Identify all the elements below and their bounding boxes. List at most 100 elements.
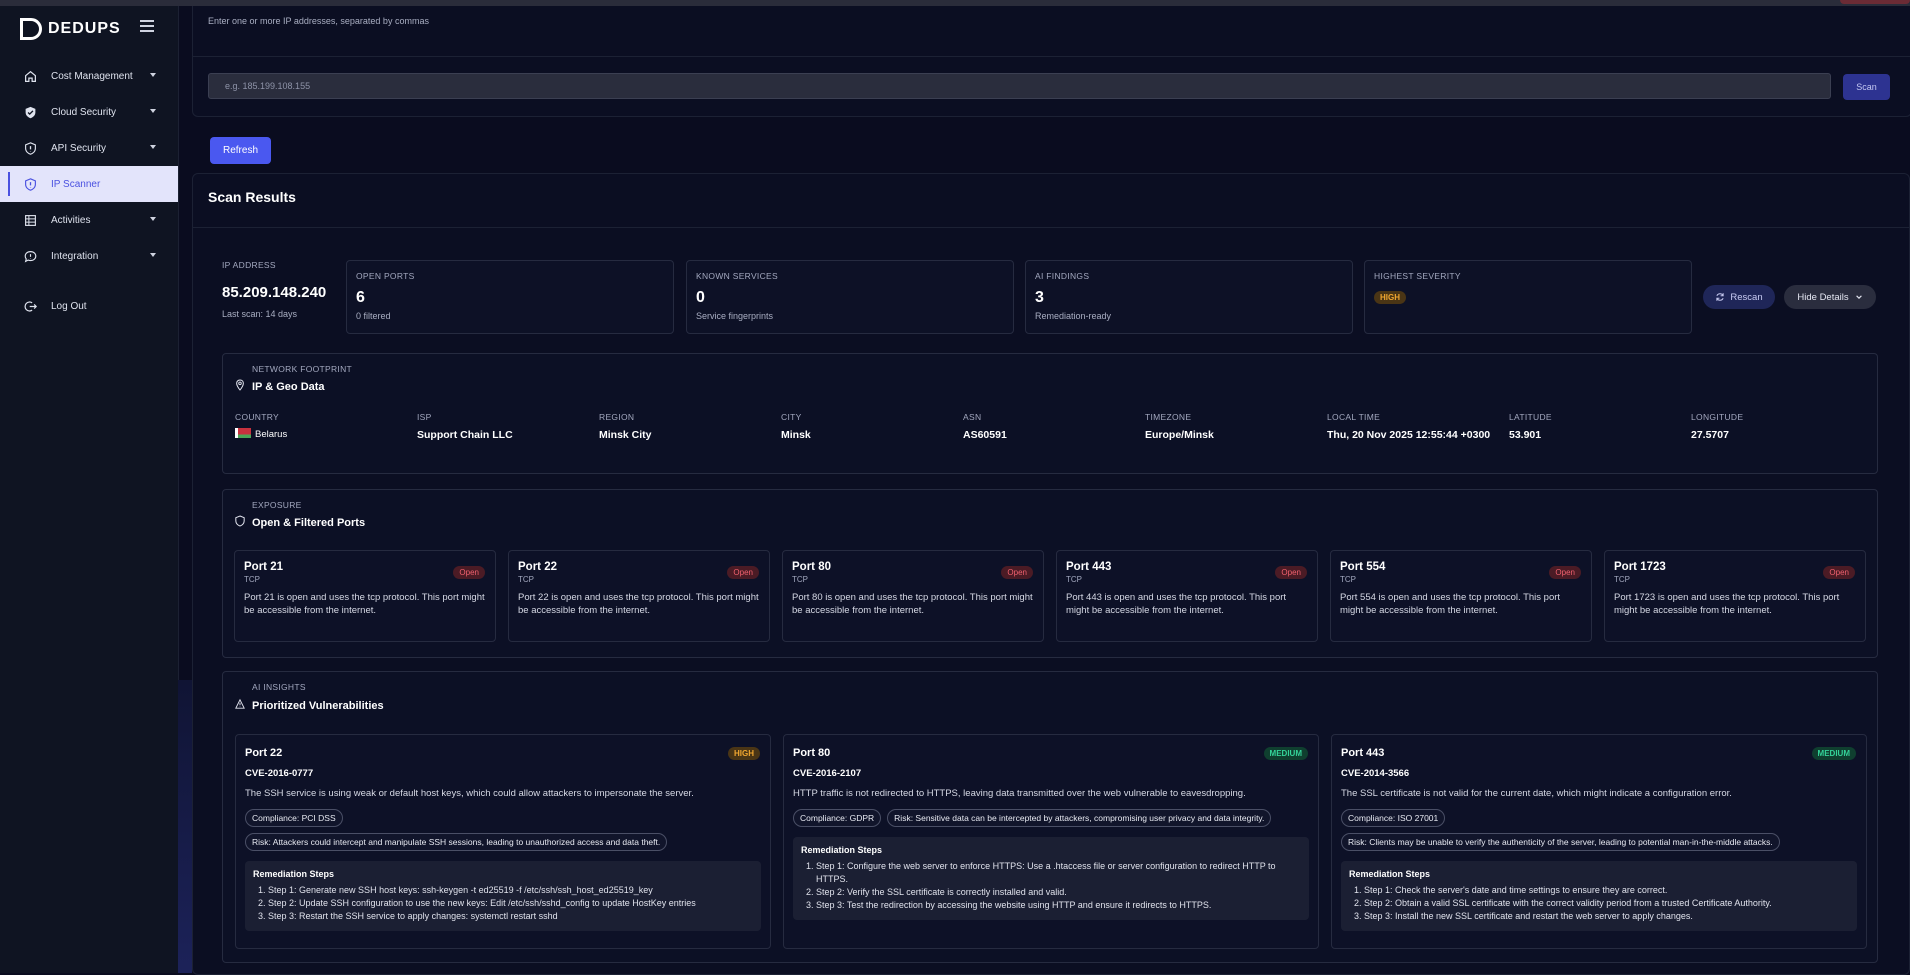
sidebar-item-api-security[interactable]: API Security bbox=[0, 130, 178, 166]
status-badge: Open bbox=[453, 566, 485, 579]
sidebar-item-cloud-security[interactable]: Cloud Security bbox=[0, 94, 178, 130]
sidebar-item-cost-management[interactable]: Cost Management bbox=[0, 58, 178, 94]
remediation-step: Step 2: Obtain a valid SSL certificate w… bbox=[1364, 897, 1849, 910]
belarus-flag-icon bbox=[235, 428, 251, 438]
port-card[interactable]: Port 80 TCP Open Port 80 is open and use… bbox=[782, 550, 1044, 642]
stat-sub: Service fingerprints bbox=[696, 311, 774, 321]
section-title: IP & Geo Data bbox=[252, 381, 325, 393]
chevron-down-icon bbox=[150, 217, 156, 221]
port-name: Port 1723 bbox=[1614, 561, 1666, 573]
section-title: Open & Filtered Ports bbox=[252, 517, 366, 529]
risk-chip: Risk: Sensitive data can be intercepted … bbox=[887, 809, 1272, 827]
geo-longitude: LONGITUDE 27.5707 bbox=[1691, 412, 1871, 443]
geo-label: COUNTRY bbox=[235, 412, 279, 422]
geo-region: REGION Minsk City bbox=[599, 412, 779, 443]
geo-value: 27.5707 bbox=[1691, 429, 1729, 441]
sidebar-item-activities[interactable]: Activities bbox=[0, 202, 178, 238]
vuln-description: The SSH service is using weak or default… bbox=[245, 788, 694, 799]
shield-icon bbox=[235, 515, 245, 527]
chevron-down-icon bbox=[150, 109, 156, 113]
port-protocol: TCP bbox=[1340, 575, 1356, 584]
refresh-icon bbox=[1716, 293, 1725, 301]
home-icon bbox=[23, 69, 37, 83]
stat-label: KNOWN SERVICES bbox=[696, 271, 778, 281]
section-kicker: NETWORK FOOTPRINT bbox=[252, 364, 353, 374]
port-name: Port 80 bbox=[792, 561, 831, 573]
severity-badge: MEDIUM bbox=[1811, 747, 1856, 760]
compliance-chip: Compliance: ISO 27001 bbox=[1341, 809, 1446, 827]
scan-button[interactable]: Scan bbox=[1843, 74, 1890, 100]
remediation-step: Step 2: Update SSH configuration to use … bbox=[268, 897, 753, 910]
sidebar-item-logout[interactable]: Log Out bbox=[0, 288, 178, 324]
port-card[interactable]: Port 22 TCP Open Port 22 is open and use… bbox=[508, 550, 770, 642]
logo[interactable]: DEDUPS bbox=[20, 18, 121, 40]
port-card[interactable]: Port 554 TCP Open Port 554 is open and u… bbox=[1330, 550, 1592, 642]
rescan-button[interactable]: Rescan bbox=[1703, 285, 1775, 309]
last-scan: Last scan: 14 days bbox=[222, 309, 298, 319]
refresh-button[interactable]: Refresh bbox=[210, 137, 271, 164]
port-name: Port 554 bbox=[1340, 561, 1386, 573]
sidebar-item-ip-scanner[interactable]: IP Scanner bbox=[0, 166, 178, 202]
vuln-description: HTTP traffic is not redirected to HTTPS,… bbox=[793, 788, 1246, 799]
vuln-port: Port 443 bbox=[1341, 747, 1385, 759]
chevron-down-icon bbox=[150, 145, 156, 149]
sidebar-item-label: API Security bbox=[51, 142, 107, 154]
port-protocol: TCP bbox=[1066, 575, 1082, 584]
status-badge: Open bbox=[1275, 566, 1307, 579]
menu-icon[interactable] bbox=[140, 20, 154, 32]
port-name: Port 21 bbox=[244, 561, 283, 573]
sidebar-item-label: Integration bbox=[51, 250, 99, 262]
section-kicker: EXPOSURE bbox=[252, 500, 302, 510]
remediation-box: Remediation Steps Step 1: Generate new S… bbox=[245, 861, 761, 931]
port-description: Port 554 is open and uses the tcp protoc… bbox=[1340, 592, 1561, 616]
port-description: Port 21 is open and uses the tcp protoco… bbox=[244, 592, 485, 616]
logo-text: DEDUPS bbox=[48, 20, 121, 37]
vuln-port: Port 22 bbox=[245, 747, 283, 759]
sidebar-item-integration[interactable]: Integration bbox=[0, 238, 178, 274]
geo-value: Minsk City bbox=[599, 429, 652, 441]
compliance-chip: Compliance: PCI DSS bbox=[245, 809, 343, 827]
cve-id: CVE-2016-2107 bbox=[793, 768, 862, 779]
port-protocol: TCP bbox=[792, 575, 808, 584]
port-name: Port 22 bbox=[518, 561, 557, 573]
status-badge: Open bbox=[727, 566, 759, 579]
geo-value: Minsk bbox=[781, 429, 811, 441]
geo-label: LOCAL TIME bbox=[1327, 412, 1381, 422]
port-name: Port 443 bbox=[1066, 561, 1112, 573]
port-description: Port 1723 is open and uses the tcp proto… bbox=[1614, 592, 1840, 616]
hide-details-button[interactable]: Hide Details bbox=[1784, 285, 1876, 309]
cve-id: CVE-2014-3566 bbox=[1341, 768, 1410, 779]
port-card[interactable]: Port 1723 TCP Open Port 1723 is open and… bbox=[1604, 550, 1866, 642]
port-card[interactable]: Port 443 TCP Open Port 443 is open and u… bbox=[1056, 550, 1318, 642]
stat-sub: Remediation-ready bbox=[1035, 311, 1112, 321]
stat-label: AI FINDINGS bbox=[1035, 271, 1090, 281]
remediation-title: Remediation Steps bbox=[801, 845, 883, 855]
location-pin-icon bbox=[236, 379, 244, 391]
geo-label: REGION bbox=[599, 412, 635, 422]
section-title: Prioritized Vulnerabilities bbox=[252, 700, 384, 712]
ip-label: IP ADDRESS bbox=[222, 260, 276, 270]
remediation-title: Remediation Steps bbox=[1349, 869, 1431, 879]
stat-ai-findings: AI FINDINGS 3 Remediation-ready bbox=[1025, 260, 1353, 334]
geo-value: AS60591 bbox=[963, 429, 1007, 441]
severity-badge: HIGH bbox=[728, 747, 760, 760]
divider bbox=[192, 56, 1910, 57]
stat-value: 0 bbox=[696, 289, 705, 306]
ip-address: 85.209.148.240 bbox=[222, 284, 327, 301]
severity-badge: HIGH bbox=[1374, 291, 1406, 304]
geo-label: CITY bbox=[781, 412, 802, 422]
port-protocol: TCP bbox=[518, 575, 534, 584]
shield-alert-icon bbox=[23, 177, 37, 191]
port-description: Port 80 is open and uses the tcp protoco… bbox=[792, 592, 1033, 616]
ports-section: EXPOSURE Open & Filtered Ports Port 21 T… bbox=[222, 489, 1878, 658]
chevron-down-icon bbox=[150, 73, 156, 77]
geo-value: Support Chain LLC bbox=[417, 429, 513, 441]
remediation-box: Remediation Steps Step 1: Configure the … bbox=[793, 837, 1309, 920]
table-icon bbox=[23, 213, 37, 227]
remediation-step: Step 3: Test the redirection by accessin… bbox=[816, 899, 1301, 912]
stat-label: OPEN PORTS bbox=[356, 271, 415, 281]
ip-input[interactable] bbox=[208, 73, 1831, 99]
port-card[interactable]: Port 21 TCP Open Port 21 is open and use… bbox=[234, 550, 496, 642]
stat-value: 6 bbox=[356, 289, 365, 306]
chat-icon bbox=[23, 249, 37, 263]
